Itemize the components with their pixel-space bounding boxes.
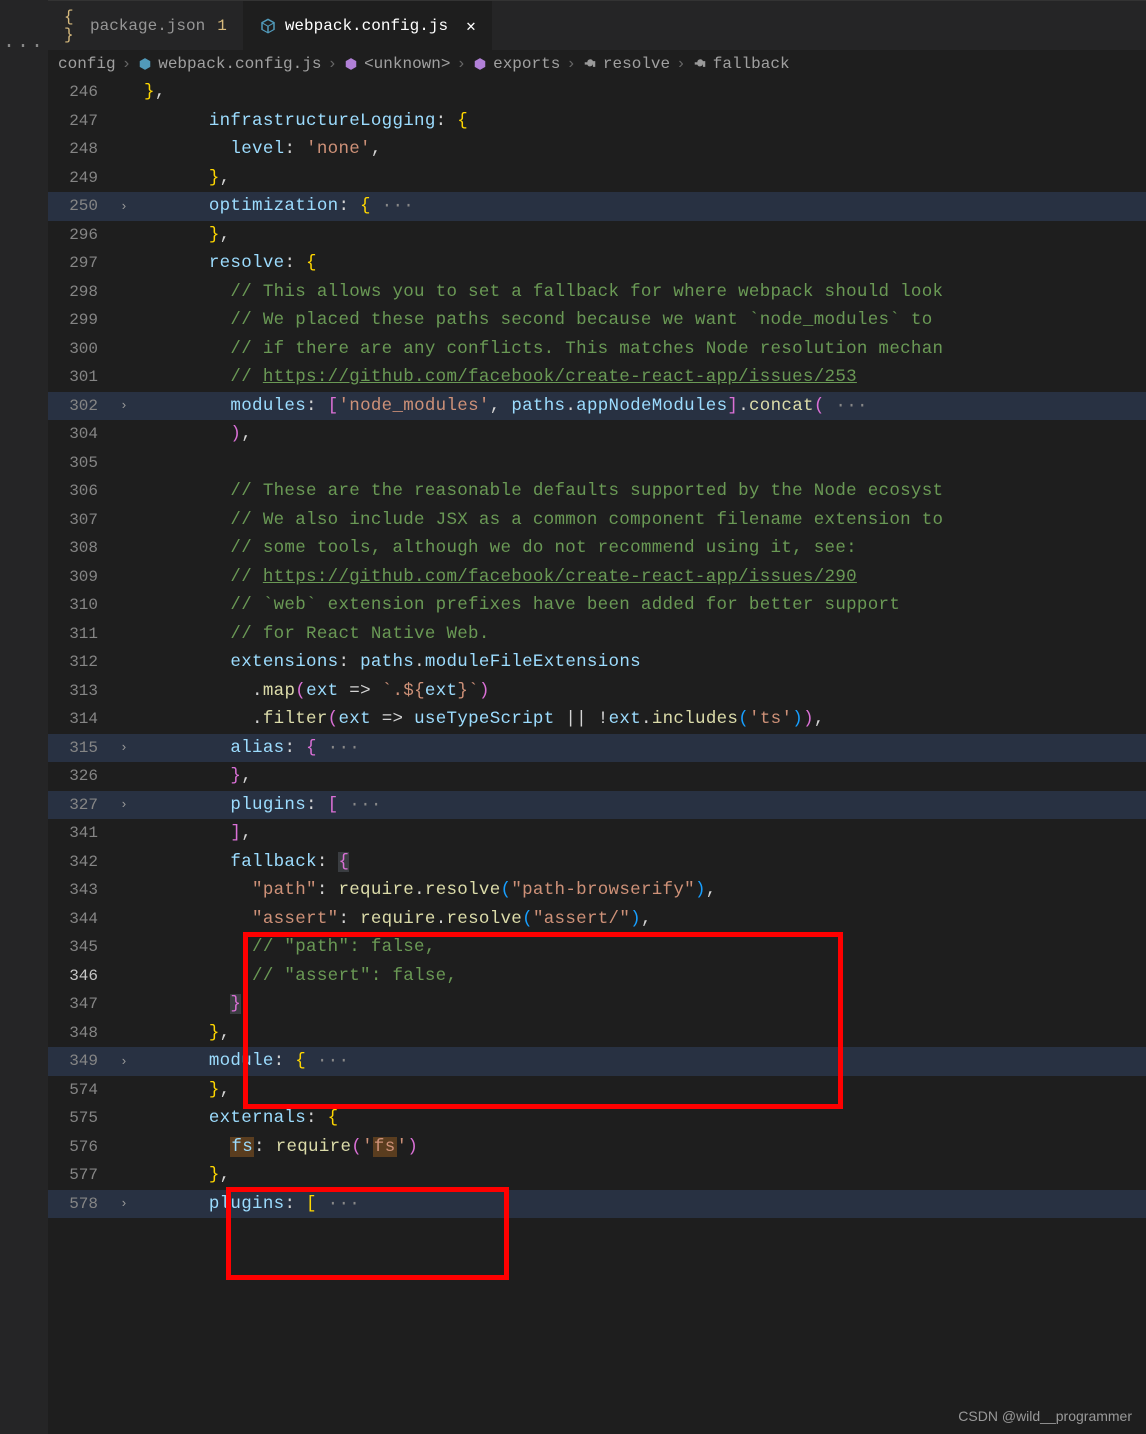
modified-indicator: 1 — [217, 17, 227, 35]
line-number: 578 — [48, 1195, 120, 1213]
fold-icon[interactable]: › — [120, 1196, 144, 1211]
tab-webpack-config[interactable]: webpack.config.js ✕ — [243, 1, 492, 50]
line-number: 326 — [48, 767, 120, 785]
line-number: 249 — [48, 169, 120, 187]
line-number: 313 — [48, 682, 120, 700]
breadcrumb-item[interactable]: config — [58, 55, 116, 73]
fold-icon[interactable]: › — [120, 797, 144, 812]
line-number: 298 — [48, 283, 120, 301]
line-number: 309 — [48, 568, 120, 586]
line-number: 250 — [48, 197, 120, 215]
module-icon — [343, 56, 359, 72]
breadcrumb-item[interactable]: <unknown> — [343, 55, 450, 73]
fold-icon[interactable]: › — [120, 740, 144, 755]
module-icon — [472, 56, 488, 72]
tab-package-json[interactable]: { } package.json 1 — [48, 1, 243, 50]
line-number: 307 — [48, 511, 120, 529]
fold-icon[interactable]: › — [120, 1054, 144, 1069]
line-number: 577 — [48, 1166, 120, 1184]
editor-group: { } package.json 1 webpack.config.js ✕ c… — [48, 0, 1146, 1434]
line-number: 348 — [48, 1024, 120, 1042]
line-number: 345 — [48, 938, 120, 956]
breadcrumbs[interactable]: config › webpack.config.js › <unknown> ›… — [48, 50, 1146, 78]
webpack-file-icon — [259, 17, 277, 35]
chevron-right-icon: › — [327, 55, 337, 73]
overflow-menu-icon[interactable]: ··· — [0, 0, 48, 58]
tab-label: package.json — [90, 17, 205, 35]
line-number: 310 — [48, 596, 120, 614]
line-number: 315 — [48, 739, 120, 757]
line-number: 299 — [48, 311, 120, 329]
line-number: 247 — [48, 112, 120, 130]
line-number: 300 — [48, 340, 120, 358]
chevron-right-icon: › — [456, 55, 466, 73]
line-number: 311 — [48, 625, 120, 643]
chevron-right-icon: › — [676, 55, 686, 73]
line-number: 343 — [48, 881, 120, 899]
line-number: 296 — [48, 226, 120, 244]
fold-icon[interactable]: › — [120, 199, 144, 214]
tab-label: webpack.config.js — [285, 17, 448, 35]
line-number: 308 — [48, 539, 120, 557]
close-icon[interactable]: ✕ — [466, 16, 476, 36]
line-number: 297 — [48, 254, 120, 272]
chevron-right-icon: › — [566, 55, 576, 73]
breadcrumb-item[interactable]: webpack.config.js — [137, 55, 321, 73]
line-number: 341 — [48, 824, 120, 842]
fold-icon[interactable]: › — [120, 398, 144, 413]
breadcrumb-item[interactable]: resolve — [582, 55, 670, 73]
webpack-file-icon — [137, 56, 153, 72]
json-file-icon: { } — [64, 17, 82, 35]
line-number: 304 — [48, 425, 120, 443]
line-number: 248 — [48, 140, 120, 158]
tab-bar: { } package.json 1 webpack.config.js ✕ — [48, 0, 1146, 50]
line-number: 574 — [48, 1081, 120, 1099]
line-number: 306 — [48, 482, 120, 500]
line-number: 302 — [48, 397, 120, 415]
activity-bar: ··· — [0, 0, 48, 1434]
line-number: 347 — [48, 995, 120, 1013]
code-editor[interactable]: 246}, 247 infrastructureLogging: { 248 l… — [48, 78, 1146, 1218]
chevron-right-icon: › — [122, 55, 132, 73]
line-number: 301 — [48, 368, 120, 386]
line-number: 346 — [48, 967, 120, 985]
property-icon — [582, 56, 598, 72]
line-number: 349 — [48, 1052, 120, 1070]
line-number: 342 — [48, 853, 120, 871]
line-number: 314 — [48, 710, 120, 728]
line-number: 246 — [48, 83, 120, 101]
watermark: CSDN @wild__programmer — [958, 1408, 1132, 1424]
line-number: 344 — [48, 910, 120, 928]
line-number: 305 — [48, 454, 120, 472]
line-number: 576 — [48, 1138, 120, 1156]
breadcrumb-item[interactable]: fallback — [692, 55, 790, 73]
breadcrumb-item[interactable]: exports — [472, 55, 560, 73]
line-number: 575 — [48, 1109, 120, 1127]
line-number: 327 — [48, 796, 120, 814]
property-icon — [692, 56, 708, 72]
line-number: 312 — [48, 653, 120, 671]
